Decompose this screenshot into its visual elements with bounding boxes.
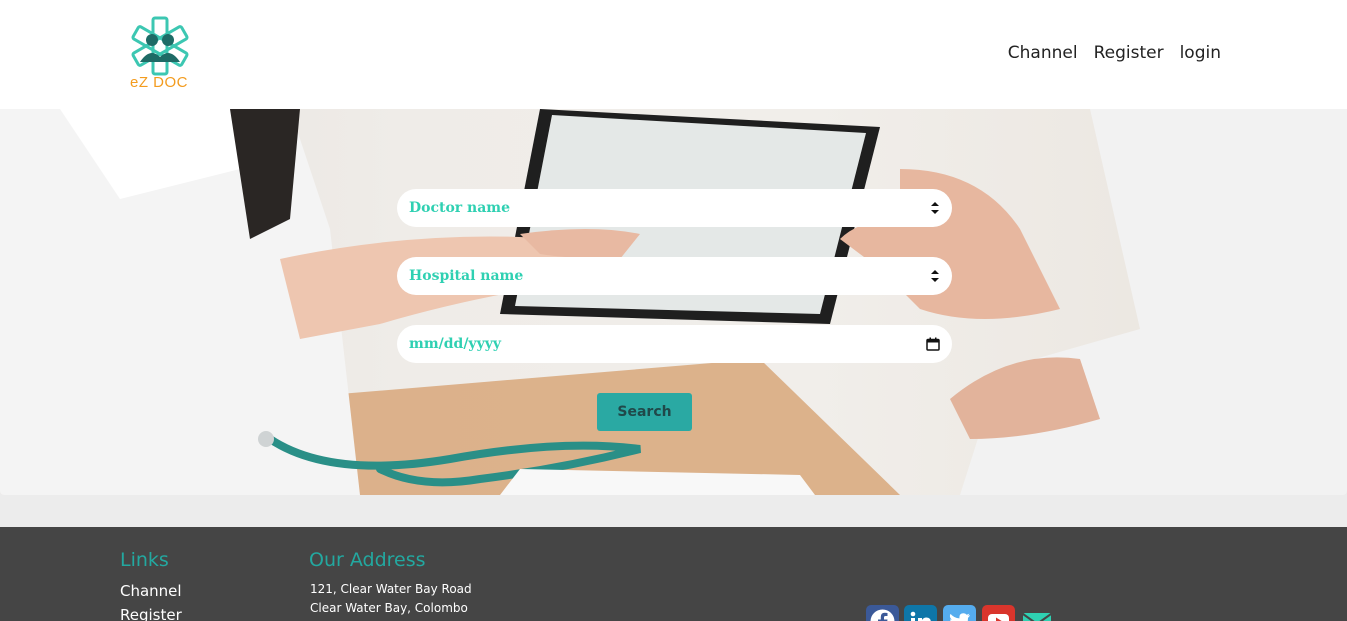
footer-address-title: Our Address — [309, 549, 426, 571]
main-nav: Channel Register login — [1008, 43, 1221, 63]
date-placeholder: mm/dd/yyyy — [409, 336, 501, 352]
ezdoc-logo[interactable]: eZ DOC — [126, 16, 194, 94]
nav-login-link[interactable]: login — [1180, 43, 1221, 63]
doctor-name-value: Doctor name — [409, 200, 511, 216]
site-header: eZ DOC Channel Register login — [0, 0, 1347, 109]
doctor-consultation-image — [0, 109, 1347, 495]
footer-link-channel[interactable]: Channel — [120, 582, 182, 600]
facebook-icon[interactable] — [866, 605, 899, 621]
medical-star-icon — [131, 16, 189, 76]
footer-links-title: Links — [120, 549, 169, 571]
search-button[interactable]: Search — [597, 393, 692, 431]
email-icon[interactable] — [1021, 605, 1054, 621]
hospital-name-select[interactable]: Hospital name — [397, 257, 952, 295]
doctor-name-select[interactable]: Doctor name — [397, 189, 952, 227]
select-arrows-icon — [931, 270, 939, 282]
footer-link-register[interactable]: Register — [120, 606, 182, 621]
date-input[interactable]: mm/dd/yyyy — [397, 325, 952, 363]
select-arrows-icon — [931, 202, 939, 214]
hospital-name-value: Hospital name — [409, 268, 524, 284]
nav-register-link[interactable]: Register — [1094, 43, 1164, 63]
youtube-icon[interactable] — [982, 605, 1015, 621]
nav-channel-link[interactable]: Channel — [1008, 43, 1078, 63]
logo-text: eZ DOC — [130, 74, 189, 91]
linkedin-icon[interactable] — [904, 605, 937, 621]
address-line-2: Clear Water Bay, Colombo — [310, 601, 468, 615]
site-footer: Links Channel Register Our Address 121, … — [0, 527, 1347, 621]
address-line-1: 121, Clear Water Bay Road — [310, 582, 472, 596]
twitter-icon[interactable] — [943, 605, 976, 621]
calendar-icon[interactable] — [926, 337, 940, 351]
hero-banner: Doctor name Hospital name mm/dd/yyyy Sea… — [0, 109, 1347, 495]
